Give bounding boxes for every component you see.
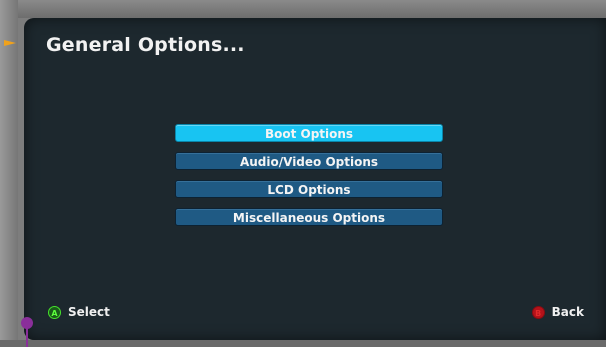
menu-item-audio-video-options[interactable]: Audio/Video Options	[175, 152, 443, 170]
window-frame-top	[0, 0, 606, 18]
back-hint[interactable]: B Back	[531, 305, 584, 319]
menu-item-miscellaneous-options[interactable]: Miscellaneous Options	[175, 208, 443, 226]
select-hint[interactable]: A Select	[48, 305, 110, 319]
select-hint-label: Select	[68, 305, 110, 319]
pointer-arrow-icon	[4, 40, 16, 46]
page-title: General Options...	[46, 34, 245, 56]
menu-item-boot-options[interactable]: Boot Options	[175, 124, 443, 142]
b-button-icon: B	[531, 305, 545, 319]
options-menu: Boot Options Audio/Video Options LCD Opt…	[175, 124, 443, 236]
a-button-icon: A	[48, 305, 61, 319]
menu-item-lcd-options[interactable]: LCD Options	[175, 180, 443, 198]
back-hint-label: Back	[551, 305, 584, 319]
window-frame-left	[0, 0, 18, 347]
options-screen: General Options... Boot Options Audio/Vi…	[24, 18, 606, 340]
window-frame-bottom	[0, 340, 606, 347]
pin-marker-icon	[21, 317, 33, 329]
